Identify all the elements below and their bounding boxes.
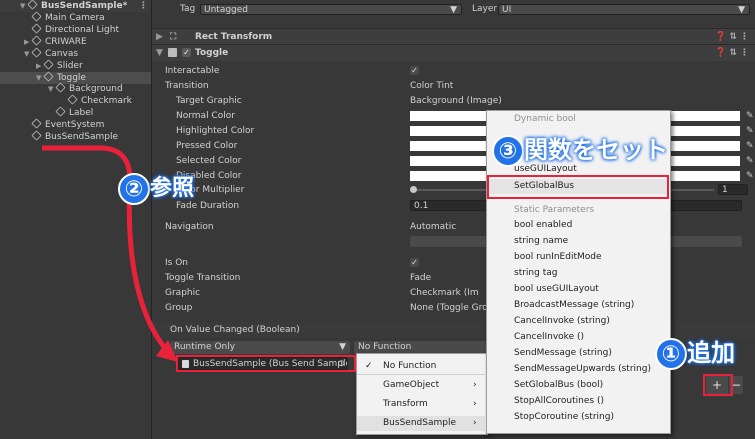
reference-arrow xyxy=(42,145,178,362)
step1-label: ① 追加 xyxy=(655,333,735,370)
step3-label: ③ 関数をセット xyxy=(492,130,668,167)
step2-label: ② 参照 xyxy=(118,170,194,205)
